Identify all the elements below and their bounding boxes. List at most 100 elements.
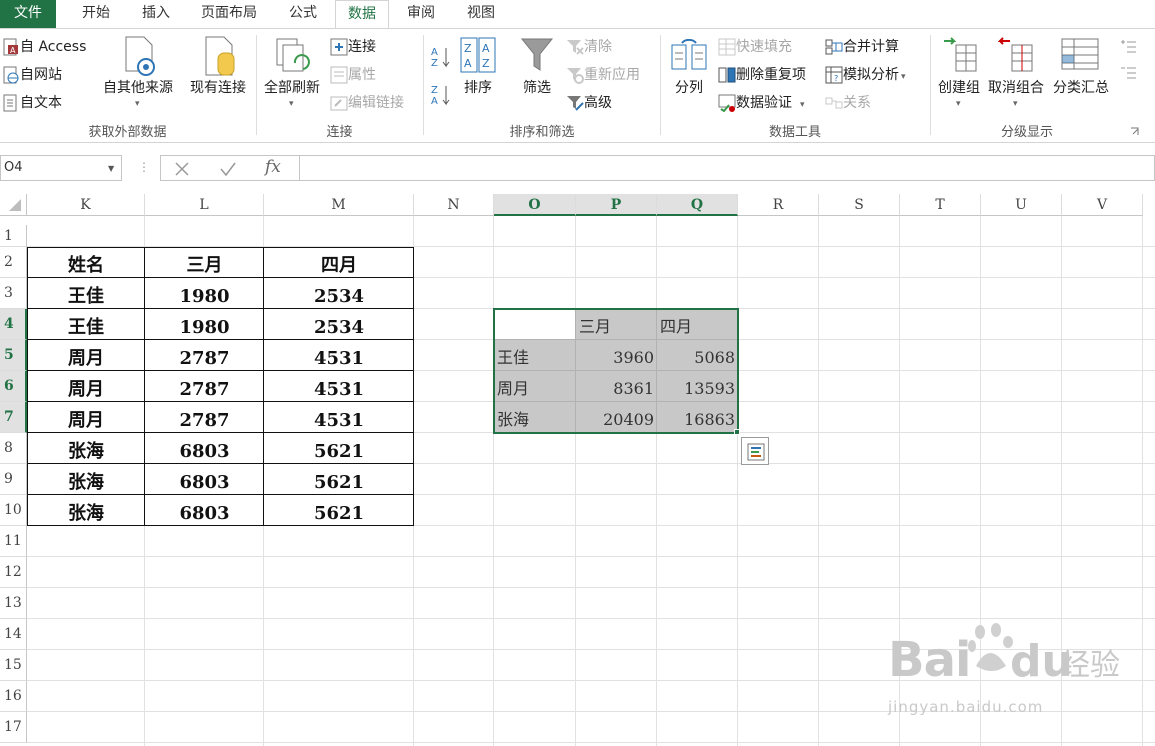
- row-header-2[interactable]: 2: [0, 247, 27, 278]
- table-cell[interactable]: 5621: [264, 433, 414, 464]
- table-cell[interactable]: 张海: [27, 495, 145, 526]
- dialog-launcher-icon[interactable]: [1130, 127, 1140, 137]
- column-header-s[interactable]: S: [819, 194, 900, 216]
- relationships-button: 关系: [825, 92, 871, 114]
- consolidate-icon: [825, 39, 843, 55]
- table-cell[interactable]: 5621: [264, 495, 414, 526]
- table-cell[interactable]: 2534: [264, 278, 414, 309]
- show-detail-icon[interactable]: [1118, 37, 1138, 57]
- table-cell[interactable]: 张海: [27, 433, 145, 464]
- column-header-q[interactable]: Q: [657, 194, 738, 216]
- consolidate-button[interactable]: 合并计算: [825, 36, 899, 58]
- table-cell[interactable]: 2787: [145, 371, 264, 402]
- fill-handle[interactable]: [734, 429, 740, 435]
- tab-review[interactable]: 审阅: [396, 0, 446, 28]
- select-all-triangle-icon: [9, 199, 21, 211]
- table-cell[interactable]: 王佳: [27, 309, 145, 340]
- edit-links-button: 编辑链接: [330, 92, 404, 114]
- table-cell[interactable]: 2787: [145, 402, 264, 433]
- table-cell[interactable]: 5621: [264, 464, 414, 495]
- from-web-button[interactable]: 自网站: [2, 64, 62, 86]
- column-header-u[interactable]: U: [981, 194, 1062, 216]
- column-header-n[interactable]: N: [414, 194, 494, 216]
- enter-check-icon[interactable]: [219, 160, 237, 178]
- table-cell[interactable]: 2787: [145, 340, 264, 371]
- tab-formulas[interactable]: 公式: [278, 0, 328, 28]
- row-header-17[interactable]: 17: [0, 712, 27, 743]
- tab-data[interactable]: 数据: [335, 0, 389, 29]
- tab-file[interactable]: 文件: [0, 0, 56, 28]
- table-cell[interactable]: 王佳: [27, 278, 145, 309]
- what-if-analysis-button[interactable]: ? 模拟分析 ▾: [825, 64, 906, 86]
- tab-view[interactable]: 视图: [456, 0, 506, 28]
- row-header-5[interactable]: 5: [0, 340, 27, 371]
- data-validation-button[interactable]: 数据验证 ▾: [718, 92, 805, 114]
- tab-home[interactable]: 开始: [72, 0, 120, 28]
- row-header-15[interactable]: 15: [0, 650, 27, 681]
- table-cell[interactable]: 6803: [145, 495, 264, 526]
- sort-az-icon[interactable]: AZ: [430, 45, 452, 69]
- row-header-4[interactable]: 4: [0, 309, 27, 340]
- advanced-filter-button[interactable]: 高级: [566, 92, 612, 114]
- from-access-button[interactable]: A自 Access: [2, 36, 86, 58]
- row-header-13[interactable]: 13: [0, 588, 27, 619]
- table-cell[interactable]: 周月: [27, 340, 145, 371]
- row-header-11[interactable]: 11: [0, 526, 27, 557]
- table-header-cell[interactable]: 三月: [145, 247, 264, 278]
- row-header-8[interactable]: 8: [0, 433, 27, 464]
- column-header-m[interactable]: M: [264, 194, 414, 216]
- hide-detail-icon[interactable]: [1118, 63, 1138, 83]
- column-header-o[interactable]: O: [494, 194, 576, 216]
- table-cell[interactable]: 周月: [27, 402, 145, 433]
- remove-duplicates-button[interactable]: 删除重复项: [718, 64, 806, 86]
- column-header-r[interactable]: R: [738, 194, 819, 216]
- column-header-l[interactable]: L: [145, 194, 264, 216]
- row-header-1[interactable]: 1: [0, 225, 27, 247]
- row-header-6[interactable]: 6: [0, 371, 27, 402]
- connections-button[interactable]: 连接: [330, 36, 376, 58]
- row-header-16[interactable]: 16: [0, 681, 27, 712]
- tab-page-layout[interactable]: 页面布局: [192, 0, 266, 28]
- quick-analysis-button[interactable]: [741, 437, 769, 465]
- column-header-k[interactable]: K: [27, 194, 145, 216]
- row-header-14[interactable]: 14: [0, 619, 27, 650]
- row-header-7[interactable]: 7: [0, 402, 27, 433]
- svg-text:A: A: [431, 47, 438, 58]
- row-header-12[interactable]: 12: [0, 557, 27, 588]
- worksheet-grid[interactable]: KLMNOPQRSTUV 1 2 3 4 5 6 7 8 9 10 11 12 13 14 15 16 17 姓…: [0, 194, 1155, 746]
- table-cell[interactable]: 1980: [145, 309, 264, 340]
- table-cell[interactable]: 4531: [264, 340, 414, 371]
- row-header-9[interactable]: 9: [0, 464, 27, 495]
- table-cell[interactable]: 周月: [27, 371, 145, 402]
- select-all-corner[interactable]: [0, 194, 27, 216]
- insert-function-icon[interactable]: fx: [265, 157, 281, 177]
- name-box[interactable]: O4: [0, 155, 122, 181]
- table-cell[interactable]: 2534: [264, 309, 414, 340]
- cancel-icon[interactable]: [173, 160, 191, 178]
- table-cell[interactable]: 4531: [264, 371, 414, 402]
- selection-border: [493, 308, 739, 434]
- table-cell[interactable]: 张海: [27, 464, 145, 495]
- quick-analysis-icon: [747, 443, 765, 461]
- table-cell[interactable]: 1980: [145, 278, 264, 309]
- table-cell[interactable]: 6803: [145, 433, 264, 464]
- formula-input[interactable]: [300, 155, 1155, 181]
- row-header-10[interactable]: 10: [0, 495, 27, 526]
- table-cell[interactable]: 4531: [264, 402, 414, 433]
- table-header-cell[interactable]: 四月: [264, 247, 414, 278]
- column-header-v[interactable]: V: [1062, 194, 1143, 216]
- table-header-cell[interactable]: 姓名: [27, 247, 145, 278]
- clear-filter-icon: [567, 40, 584, 55]
- from-text-button[interactable]: 自文本: [2, 92, 62, 114]
- svg-text:A: A: [10, 46, 16, 55]
- tab-insert[interactable]: 插入: [132, 0, 180, 28]
- name-box-dropdown-icon[interactable]: ▼: [108, 164, 114, 173]
- baidu-paw-icon: [968, 623, 1013, 671]
- ribbon-tab-bar: 文件 开始 插入 页面布局 公式 数据 审阅 视图: [0, 0, 1155, 29]
- column-header-p[interactable]: P: [576, 194, 657, 216]
- group-label-outline: 分级显示: [1000, 125, 1053, 140]
- sort-za-icon[interactable]: ZA: [430, 83, 452, 107]
- column-header-t[interactable]: T: [900, 194, 981, 216]
- row-header-3[interactable]: 3: [0, 278, 27, 309]
- table-cell[interactable]: 6803: [145, 464, 264, 495]
